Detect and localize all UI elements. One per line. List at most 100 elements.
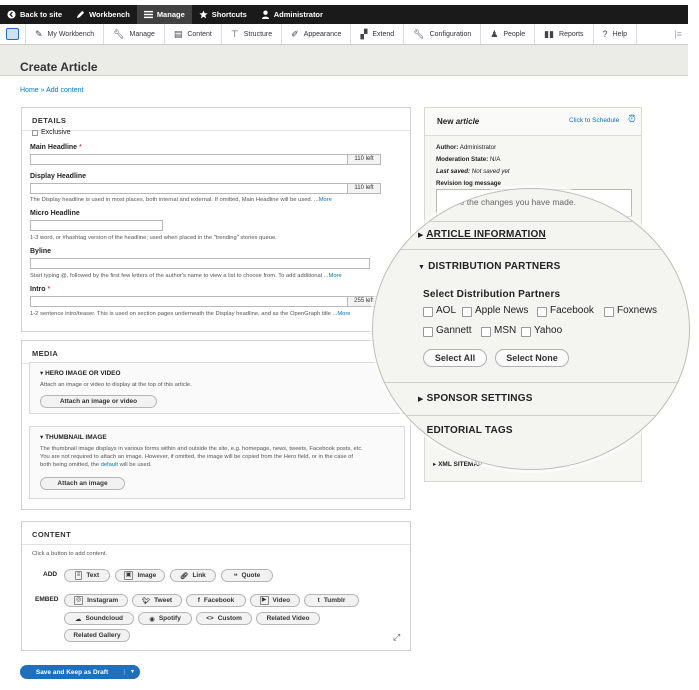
pen-icon (77, 10, 85, 19)
add-quote-button[interactable]: ❝ Quote (221, 569, 273, 582)
tray-item-content[interactable]: ▤ Content (165, 24, 222, 44)
new-label: New (437, 117, 454, 126)
save-draft-button[interactable]: Save and Keep as Draft ▼ (20, 665, 140, 679)
back-to-site-link[interactable]: Back to site (0, 5, 69, 24)
manage-tab[interactable]: Manage (136, 5, 192, 24)
quote-icon: ❝ (233, 572, 238, 580)
tumblr-icon: t (317, 597, 320, 604)
breadcrumb-current[interactable]: Add content (46, 87, 83, 94)
pen-icon: ✎ (35, 28, 43, 39)
partner-msn-checkbox[interactable] (481, 327, 491, 337)
user-tab[interactable]: Administrator (254, 5, 330, 24)
document-icon: ▤ (173, 28, 183, 39)
media-panel: MEDIA ▾ HERO IMAGE OR VIDEO Attach an im… (21, 340, 411, 510)
add-link-button[interactable]: 🔗︎ Link (170, 569, 216, 582)
distribution-partners-label: DISTRIBUTION PARTNERS (428, 261, 561, 272)
orientation-icon: |≡ (674, 29, 682, 39)
byline-input[interactable] (30, 258, 370, 269)
tray-item-people[interactable]: ♟ People (481, 24, 536, 44)
facebook-icon: f (197, 597, 200, 604)
tray-item-my-workbench[interactable]: ✎ My Workbench (26, 24, 105, 44)
new-article-title: New article (437, 117, 479, 126)
editorial-tags-label: EDITORIAL TAGS (426, 425, 513, 436)
display-headline-input[interactable] (30, 183, 348, 194)
star-icon (199, 10, 208, 19)
thumbnail-image-title[interactable]: ▾ THUMBNAIL IMAGE (40, 433, 107, 441)
lens-divider (373, 415, 689, 416)
embed-tumblr-button[interactable]: t Tumblr (304, 594, 359, 607)
partner-facebook-label: Facebook (550, 305, 594, 316)
thumbnail-desc-part: will be used. (119, 462, 152, 468)
tray-item-manage[interactable]: 🔧︎ Manage (104, 24, 165, 44)
caret-down-icon: ▼ (418, 264, 426, 271)
partner-apple-news-checkbox[interactable] (462, 307, 472, 317)
tray-item-configuration[interactable]: 🔧︎ Configuration (404, 24, 482, 44)
partner-gannett-checkbox[interactable] (423, 327, 433, 337)
micro-headline-input[interactable] (30, 220, 163, 231)
intro-text: Intro (30, 286, 46, 293)
toolbar-home-button[interactable] (0, 24, 26, 44)
select-all-button[interactable]: Select All (423, 349, 487, 367)
schedule-link[interactable]: Click to Schedule (569, 117, 619, 124)
expand-icon[interactable]: ⤢ (393, 632, 400, 643)
tray-item-structure[interactable]: ⊤ Structure (222, 24, 283, 44)
embed-video-button[interactable]: ▶ Video (250, 594, 300, 607)
breadcrumb-home[interactable]: Home (20, 87, 39, 94)
magnifier-lens: cribe the changes you have made. ▶ ARTIC… (372, 188, 690, 470)
exclusive-checkbox[interactable] (32, 130, 38, 136)
distribution-partners-toggle[interactable]: ▼ DISTRIBUTION PARTNERS (418, 261, 560, 272)
attach-image-button[interactable]: Attach an image (40, 477, 125, 490)
select-none-button[interactable]: Select None (495, 349, 569, 367)
partner-aol-checkbox[interactable] (423, 307, 433, 317)
default-image-link[interactable]: default (101, 462, 118, 468)
tray-item-extend[interactable]: ▞ Extend (351, 24, 405, 44)
tray-item-help[interactable]: ? Help (594, 24, 637, 44)
embed-related-gallery-button[interactable]: Related Gallery (64, 629, 130, 642)
add-text-button[interactable]: ≡ Text (64, 569, 110, 582)
partner-facebook-checkbox[interactable] (537, 307, 547, 317)
bar-chart-icon: ▮▮ (544, 28, 555, 39)
display-more-link[interactable]: More (319, 197, 332, 203)
tray-item-label: Reports (559, 30, 584, 38)
article-information-toggle[interactable]: ▶ ARTICLE INFORMATION (418, 229, 546, 240)
intro-input[interactable] (30, 296, 352, 307)
tray-item-appearance[interactable]: ✐ Appearance (282, 24, 352, 44)
tray-item-label: Structure (243, 30, 273, 38)
image-icon: ▣ (123, 571, 134, 580)
intro-more-link[interactable]: More (337, 311, 350, 317)
main-headline-input[interactable] (30, 154, 364, 165)
embed-spotify-button[interactable]: ◉ Spotify (138, 612, 192, 625)
alarm-clock-icon[interactable]: ⏰︎ (628, 114, 636, 125)
partner-yahoo-checkbox[interactable] (521, 327, 531, 337)
embed-tweet-button[interactable]: 🐦︎ Tweet (132, 594, 182, 607)
chevron-down-icon[interactable]: ▼ (124, 669, 140, 675)
embed-custom-button[interactable]: <> Custom (196, 612, 252, 625)
exclusive-label: Exclusive (41, 129, 71, 136)
editorial-tags-toggle[interactable]: ▶ EDITORIAL TAGS (418, 425, 513, 436)
add-image-button[interactable]: ▣ Image (115, 569, 165, 582)
revision-placeholder-zoomed: cribe the changes you have made. (446, 197, 576, 207)
tray-orientation-toggle[interactable]: |≡ (637, 24, 688, 44)
required-marker: * (47, 286, 51, 293)
last-saved-label: Last saved: (436, 168, 471, 175)
wrench-icon: 🔧︎ (413, 28, 425, 39)
user-label: Administrator (273, 10, 323, 19)
embed-facebook-button[interactable]: f Facebook (186, 594, 246, 607)
byline-label: Byline (30, 248, 52, 255)
embed-related-video-button[interactable]: Related Video (256, 612, 320, 625)
tray-item-reports[interactable]: ▮▮ Reports (535, 24, 594, 44)
hero-image-title[interactable]: ▾ HERO IMAGE OR VIDEO (40, 369, 121, 377)
shortcuts-tab[interactable]: Shortcuts (192, 5, 254, 24)
attach-image-or-video-button[interactable]: Attach an image or video (40, 395, 157, 408)
embed-soundcloud-button[interactable]: ☁ Soundcloud (64, 612, 134, 625)
embed-instagram-button[interactable]: ◎ Instagram (64, 594, 128, 607)
select-partners-label: Select Distribution Partners (423, 289, 561, 300)
workbench-link[interactable]: Workbench (69, 5, 137, 24)
byline-more-link[interactable]: More (329, 273, 342, 279)
partner-gannett-label: Gannett (436, 325, 472, 336)
partner-foxnews-checkbox[interactable] (604, 307, 614, 317)
tray-item-label: Extend (372, 30, 395, 38)
sponsor-settings-toggle[interactable]: ▶ SPONSOR SETTINGS (418, 393, 533, 404)
moderation-label: Moderation State: (436, 156, 489, 163)
puzzle-icon: ▞ (360, 28, 368, 39)
